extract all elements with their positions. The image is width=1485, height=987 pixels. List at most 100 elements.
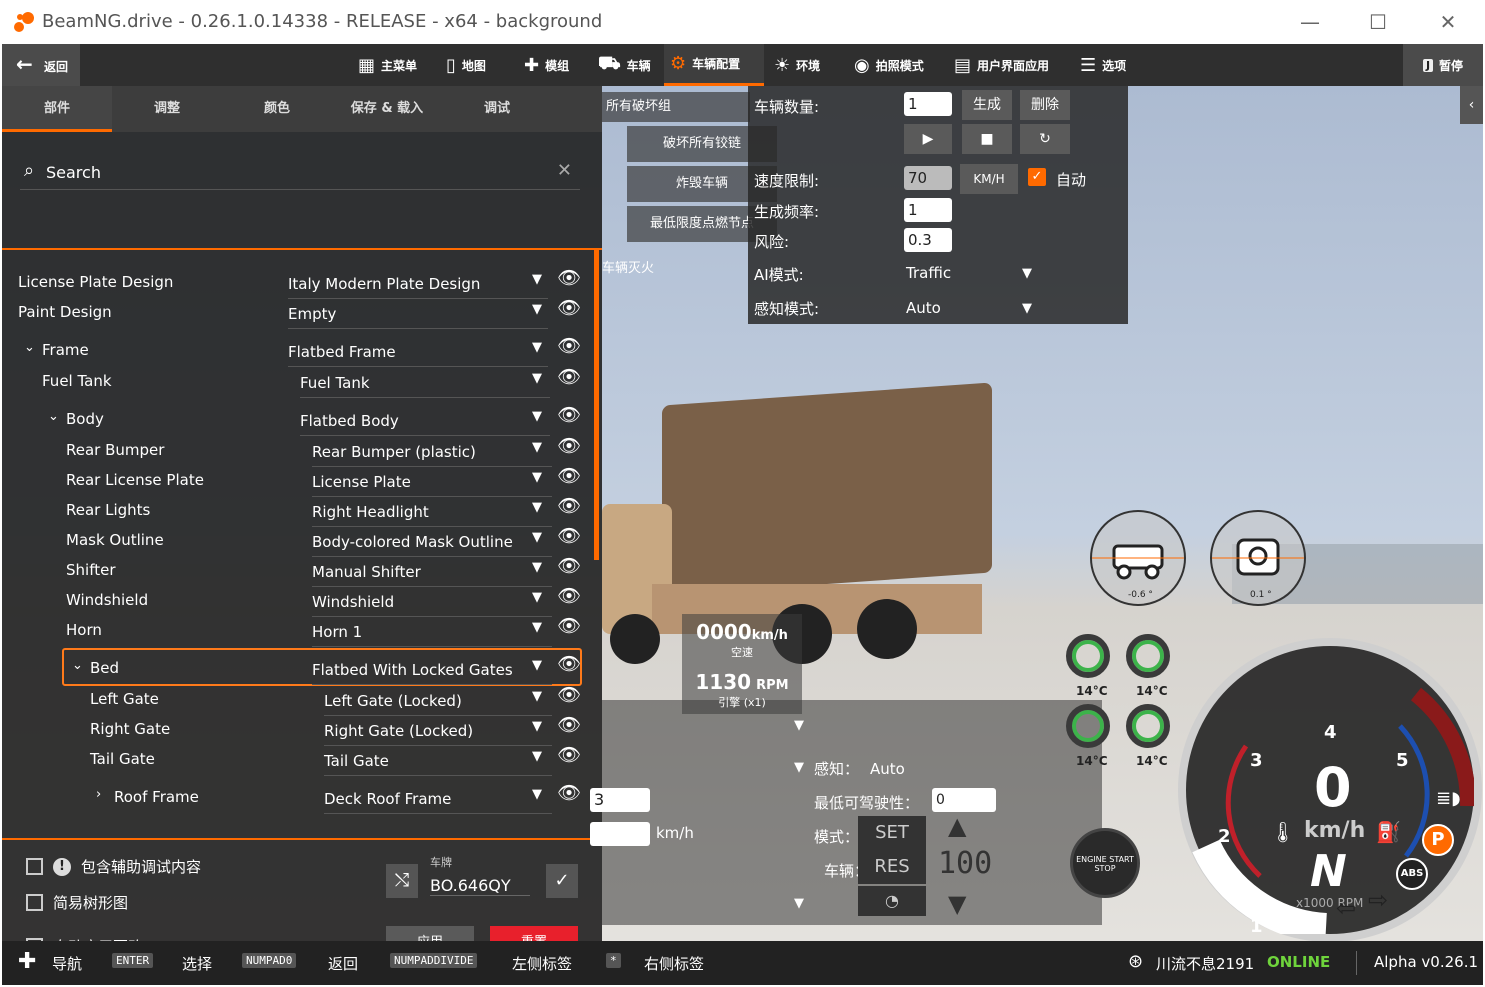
part-row[interactable]: Left Gate Left Gate (Locked) ▼ 👁: [2, 683, 592, 716]
dropdown-icon[interactable]: ▼: [532, 560, 542, 575]
auto-checkbox[interactable]: ✓: [1028, 168, 1046, 186]
nav-options[interactable]: ☰ 选项: [1074, 44, 1132, 86]
chevron-down-icon[interactable]: ⌄: [72, 658, 83, 673]
debug-item[interactable]: 车辆灭火: [602, 254, 750, 284]
dropdown-icon[interactable]: ▼: [532, 340, 542, 355]
risk-input[interactable]: 0.3: [904, 228, 952, 252]
search-input[interactable]: ⌕ Search ✕: [20, 158, 580, 190]
spawn-freq-input[interactable]: 1: [904, 198, 952, 222]
debug-content-checkbox[interactable]: ! 包含辅助调试内容: [26, 856, 201, 877]
part-select[interactable]: Windshield: [312, 593, 552, 617]
part-row[interactable]: Horn Horn 1 ▼ 👁: [2, 615, 592, 647]
eye-icon[interactable]: 👁: [557, 403, 581, 426]
part-select[interactable]: Manual Shifter: [312, 563, 552, 587]
speed-unit-button[interactable]: KM/H: [960, 164, 1018, 194]
nav-ui-apps[interactable]: ▤ 用户界面应用: [948, 44, 1055, 86]
part-select[interactable]: Left Gate (Locked): [324, 692, 552, 716]
part-row[interactable]: Shifter Manual Shifter ▼ 👁: [2, 554, 592, 587]
refresh-button[interactable]: ↻: [1020, 124, 1070, 154]
increase-arrow-icon[interactable]: ▲: [948, 812, 966, 840]
eye-icon[interactable]: 👁: [557, 464, 581, 487]
simple-tree-checkbox[interactable]: 简易树形图: [26, 892, 128, 913]
minimize-button[interactable]: —: [1290, 8, 1330, 36]
speedometer-icon[interactable]: ◔: [858, 886, 926, 916]
spawn-button[interactable]: 生成: [962, 90, 1012, 120]
dropdown-icon[interactable]: ▼: [532, 590, 542, 605]
debug-item[interactable]: 所有破坏组: [602, 92, 750, 122]
dropdown-icon[interactable]: ▼: [1022, 301, 1032, 316]
ai-mode-select[interactable]: Traffic: [906, 264, 951, 282]
part-select[interactable]: Tail Gate: [324, 752, 552, 776]
collapse-right-icon[interactable]: ‹: [1460, 86, 1483, 124]
nav-main-menu[interactable]: ▦ 主菜单: [352, 44, 423, 86]
chevron-down-icon[interactable]: ▼: [794, 896, 804, 911]
part-row-selected[interactable]: ⌄ Bed Flatbed With Locked Gates ▼ 👁: [2, 652, 592, 685]
part-select[interactable]: Horn 1: [312, 623, 552, 647]
part-row[interactable]: ⌄ Body Flatbed Body ▼ 👁: [2, 403, 592, 436]
pause-button[interactable]: J 暂停: [1403, 44, 1483, 86]
part-row[interactable]: ⌄ Frame Flatbed Frame ▼ 👁: [2, 335, 592, 367]
part-row[interactable]: Rear Lights Right Headlight ▼ 👁: [2, 494, 592, 527]
dropdown-icon[interactable]: ▼: [532, 530, 542, 545]
part-row[interactable]: Rear License Plate License Plate ▼ 👁: [2, 464, 592, 497]
dropdown-icon[interactable]: ▼: [532, 689, 542, 704]
eye-icon[interactable]: 👁: [557, 365, 581, 388]
back-button[interactable]: ← 返回: [2, 44, 80, 86]
dropdown-icon[interactable]: ▼: [532, 719, 542, 734]
scrollbar[interactable]: [594, 250, 599, 560]
dropdown-icon[interactable]: ▼: [532, 749, 542, 764]
dropdown-icon[interactable]: ▼: [532, 658, 542, 673]
delete-button[interactable]: 删除: [1020, 90, 1070, 120]
game-viewport[interactable]: ← 返回 ▦ 主菜单 ▯ 地图 ✚ 模组 ⛟ 车辆 ⚙ 车辆配置 ☀ 环境 ◉ 拍照模式 ▤ 用…: [2, 44, 1483, 985]
part-row[interactable]: Paint Design Empty ▼ 👁: [2, 297, 592, 329]
random-plate-button[interactable]: ⤭: [386, 864, 418, 898]
speed-input[interactable]: 3: [590, 788, 650, 812]
part-select[interactable]: Flatbed With Locked Gates: [312, 661, 552, 685]
eye-icon[interactable]: 👁: [557, 683, 581, 706]
dropdown-icon[interactable]: ▼: [532, 500, 542, 515]
part-row[interactable]: Windshield Windshield ▼ 👁: [2, 584, 592, 617]
eye-icon[interactable]: 👁: [557, 743, 581, 766]
clear-search-icon[interactable]: ✕: [557, 160, 572, 181]
stop-button[interactable]: ■: [962, 124, 1012, 154]
part-select[interactable]: Rear Bumper (plastic): [312, 443, 552, 467]
part-select[interactable]: License Plate: [312, 473, 552, 497]
part-select[interactable]: Flatbed Frame: [288, 343, 548, 367]
eye-icon[interactable]: 👁: [557, 781, 581, 804]
speed-limit-input[interactable]: 70: [904, 166, 952, 190]
chevron-down-icon[interactable]: ▼: [794, 760, 804, 775]
set-button[interactable]: SET: [858, 816, 926, 850]
eye-icon[interactable]: 👁: [557, 554, 581, 577]
part-select[interactable]: Right Gate (Locked): [324, 722, 552, 746]
part-row[interactable]: › Roof Frame Deck Roof Frame ▼ 👁: [2, 781, 592, 814]
nav-environment[interactable]: ☀ 环境: [768, 44, 826, 86]
tab-tuning[interactable]: 调整: [112, 86, 222, 132]
eye-icon[interactable]: 👁: [557, 494, 581, 517]
eye-icon[interactable]: 👁: [557, 584, 581, 607]
nav-photo-mode[interactable]: ◉ 拍照模式: [848, 44, 930, 86]
part-row[interactable]: License Plate Design Italy Modern Plate D…: [2, 267, 592, 299]
tab-parts[interactable]: 部件: [2, 86, 112, 132]
dropdown-icon[interactable]: ▼: [532, 620, 542, 635]
res-button[interactable]: RES: [858, 850, 926, 884]
part-select[interactable]: Italy Modern Plate Design: [288, 275, 548, 299]
eye-icon[interactable]: 👁: [557, 652, 581, 675]
dropdown-icon[interactable]: ▼: [532, 371, 542, 386]
min-drive-input[interactable]: 0: [932, 788, 996, 812]
tab-debug[interactable]: 调试: [442, 86, 552, 132]
maximize-button[interactable]: ☐: [1358, 8, 1398, 36]
part-row[interactable]: Tail Gate Tail Gate ▼ 👁: [2, 743, 592, 776]
dropdown-icon[interactable]: ▼: [532, 272, 542, 287]
part-select[interactable]: Flatbed Body: [300, 412, 550, 436]
decrease-arrow-icon[interactable]: ▼: [948, 890, 966, 918]
tab-save-load[interactable]: 保存 & 载入: [332, 86, 442, 132]
engine-start-button[interactable]: ENGINE START STOP: [1070, 828, 1140, 898]
dropdown-icon[interactable]: ▼: [532, 409, 542, 424]
dropdown-icon[interactable]: ▼: [1022, 266, 1032, 281]
nav-vehicle-config[interactable]: ⚙ 车辆配置: [664, 44, 764, 86]
eye-icon[interactable]: 👁: [557, 713, 581, 736]
part-row[interactable]: Rear Bumper Rear Bumper (plastic) ▼ 👁: [2, 435, 592, 467]
part-row[interactable]: Mask Outline Body-colored Mask Outline ▼ 👁: [2, 525, 592, 557]
nav-mods[interactable]: ✚ 模组: [518, 44, 575, 86]
chevron-down-icon[interactable]: ⌄: [24, 340, 35, 355]
